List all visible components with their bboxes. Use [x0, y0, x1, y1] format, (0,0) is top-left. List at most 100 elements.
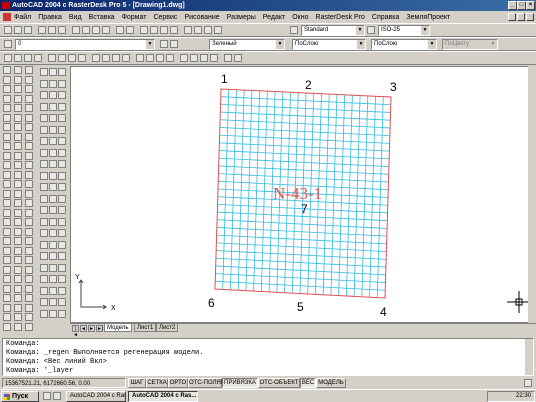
raster-tool-icon[interactable] [40, 160, 48, 168]
prev-tab-button[interactable]: ◄ [80, 325, 87, 332]
rd-layer-icon[interactable] [210, 54, 218, 62]
spline-icon[interactable] [14, 142, 22, 150]
scale-icon[interactable] [14, 313, 22, 321]
mirror-icon[interactable] [14, 265, 22, 274]
raster-tool-icon[interactable] [49, 114, 57, 122]
rd-correct-icon[interactable] [34, 54, 42, 62]
raster-tool-icon[interactable] [49, 91, 57, 99]
revcloud-icon[interactable] [3, 132, 11, 141]
arc-icon[interactable] [25, 113, 33, 122]
copy-object-icon[interactable] [14, 256, 22, 264]
rotate-icon[interactable] [3, 303, 11, 312]
make-current-layer-icon[interactable] [160, 40, 168, 48]
polar-toggle[interactable]: ОТС-ПОЛЯР [188, 378, 225, 388]
taskbar-task[interactable]: AutoCAD 2004 с Ras... [66, 391, 126, 402]
rd-calibrate-icon[interactable] [48, 54, 56, 62]
raster-tool-icon[interactable] [58, 206, 66, 214]
rd-mask-icon[interactable] [68, 54, 76, 62]
raster-tool-icon[interactable] [49, 275, 57, 283]
undo-icon[interactable] [116, 26, 124, 34]
raster-tool-icon[interactable] [40, 217, 48, 226]
cut-icon[interactable] [72, 26, 80, 34]
raster-tool-icon[interactable] [58, 137, 66, 145]
raster-tool-icon[interactable] [58, 229, 66, 237]
mtext-icon[interactable] [25, 237, 33, 245]
publish-icon[interactable] [58, 26, 66, 34]
quicklaunch-browser-icon[interactable] [53, 392, 61, 400]
point-icon[interactable] [3, 189, 11, 198]
layer-previous-icon[interactable] [170, 40, 178, 48]
rotate-icon[interactable] [25, 303, 33, 312]
color-select[interactable]: Зеленый [209, 39, 285, 50]
polyline-icon[interactable] [14, 85, 22, 93]
hatch-icon[interactable] [14, 199, 22, 207]
command-window[interactable]: Команда: Команда: _regen Выполняется рег… [2, 338, 534, 376]
xline-icon[interactable] [3, 75, 11, 84]
autocad-app-icon[interactable] [2, 2, 10, 9]
maximize-button[interactable]: □ [517, 1, 526, 10]
raster-tool-icon[interactable] [58, 217, 66, 226]
rd-zoom-icon[interactable] [224, 54, 232, 62]
menu-modify[interactable]: Редакт [263, 14, 285, 21]
raster-tool-icon[interactable] [49, 160, 57, 168]
first-tab-button[interactable]: |◄ [72, 325, 79, 338]
raster-tool-icon[interactable] [49, 171, 57, 180]
raster-tool-icon[interactable] [49, 183, 57, 191]
raster-tool-icon[interactable] [49, 286, 57, 295]
raster-tool-icon[interactable] [49, 194, 57, 203]
ellipse-arc-icon[interactable] [3, 161, 11, 169]
raster-tool-icon[interactable] [40, 171, 48, 180]
point-icon[interactable] [14, 189, 22, 198]
make-block-icon[interactable] [3, 180, 11, 188]
raster-tool-icon[interactable] [40, 240, 48, 249]
rd-fill-icon[interactable] [156, 54, 164, 62]
raster-tool-icon[interactable] [49, 102, 57, 111]
last-tab-button[interactable]: ►| [96, 325, 103, 332]
rd-erase-icon[interactable] [136, 54, 144, 62]
raster-tool-icon[interactable] [40, 206, 48, 214]
ellipse-icon[interactable] [25, 151, 33, 160]
snap-toggle[interactable]: ШАГ [128, 378, 146, 388]
raster-tool-icon[interactable] [58, 298, 66, 306]
arc-icon[interactable] [14, 113, 22, 122]
doc-minimize-button[interactable] [508, 13, 516, 21]
xline-icon[interactable] [25, 75, 33, 84]
raster-tool-icon[interactable] [49, 68, 57, 76]
layer-select[interactable]: 0 [15, 39, 155, 50]
line-icon[interactable] [25, 66, 33, 74]
polygon-icon[interactable] [14, 94, 22, 103]
hatch-icon[interactable] [3, 199, 11, 207]
raster-tool-icon[interactable] [40, 194, 48, 203]
raster-tool-icon[interactable] [49, 229, 57, 237]
spline-icon[interactable] [25, 142, 33, 150]
move-icon[interactable] [3, 294, 11, 302]
raster-tool-icon[interactable] [58, 68, 66, 76]
grid-toggle[interactable]: СЕТКА [146, 378, 168, 388]
raster-tool-icon[interactable] [40, 114, 48, 122]
erase-icon[interactable] [14, 246, 22, 255]
text-style-icon[interactable] [290, 26, 298, 34]
ellipse-icon[interactable] [3, 151, 11, 160]
insert-block-icon[interactable] [25, 170, 33, 179]
erase-icon[interactable] [25, 246, 33, 255]
polyline-icon[interactable] [25, 85, 33, 93]
raster-tool-icon[interactable] [40, 102, 48, 111]
lineweight-toggle[interactable]: ВЕС [300, 378, 316, 388]
raster-tool-icon[interactable] [49, 137, 57, 145]
array-icon[interactable] [3, 284, 11, 293]
raster-tool-icon[interactable] [58, 183, 66, 191]
table-icon[interactable] [3, 227, 11, 236]
copy-icon[interactable] [82, 26, 90, 34]
region-icon[interactable] [3, 218, 11, 226]
offset-icon[interactable] [14, 275, 22, 283]
rd-vectorize-icon[interactable] [190, 54, 198, 62]
rd-select-icon[interactable] [166, 54, 174, 62]
lineweight-select[interactable]: ПоСлою [371, 39, 437, 50]
menu-help[interactable]: Справка [372, 14, 399, 21]
copy-object-icon[interactable] [3, 256, 11, 264]
raster-tool-icon[interactable] [40, 183, 48, 191]
raster-tool-icon[interactable] [58, 240, 66, 249]
rd-merge-icon[interactable] [112, 54, 120, 62]
canvas-vertical-scrollbar[interactable] [528, 66, 536, 323]
raster-tool-icon[interactable] [49, 240, 57, 249]
